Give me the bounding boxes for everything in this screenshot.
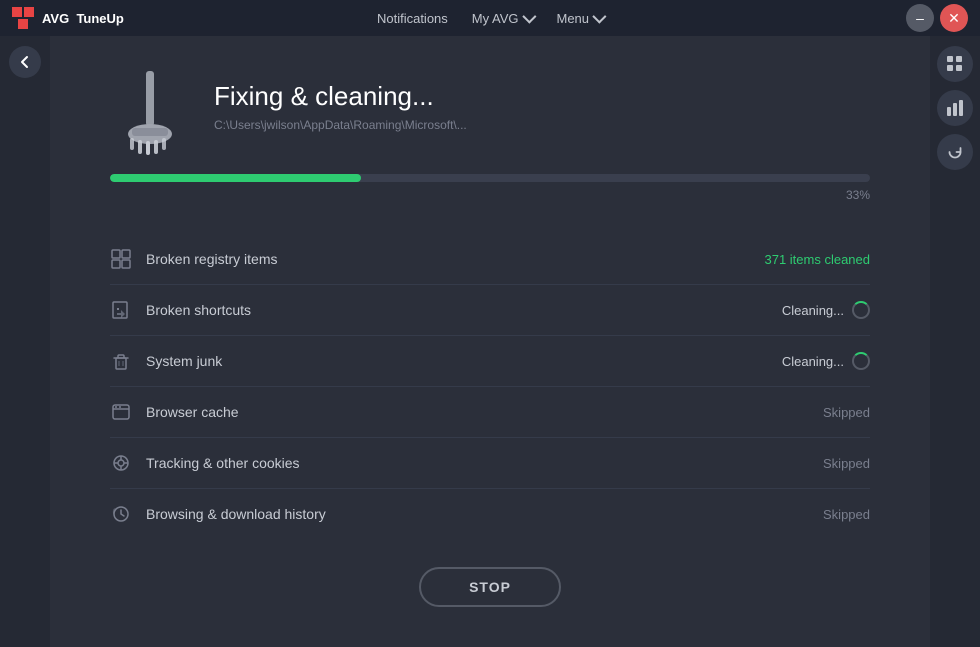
item-label: Broken registry items xyxy=(146,251,277,267)
tracking-icon xyxy=(110,452,132,474)
menu-chevron-icon xyxy=(592,10,606,24)
nav-my-avg[interactable]: My AVG xyxy=(472,11,533,26)
minimize-button[interactable]: – xyxy=(906,4,934,32)
logo-text: AVG xyxy=(42,11,69,26)
item-label: System junk xyxy=(146,353,222,369)
item-label: Tracking & other cookies xyxy=(146,455,300,471)
item-status: Cleaning... xyxy=(782,352,870,370)
fixing-path: C:\Users\jwilson\AppData\Roaming\Microso… xyxy=(214,118,870,132)
list-item-left: Tracking & other cookies xyxy=(110,452,300,474)
content-area: Fixing & cleaning... C:\Users\jwilson\Ap… xyxy=(50,36,930,647)
close-button[interactable]: ✕ xyxy=(940,4,968,32)
chart-icon xyxy=(946,99,964,117)
stop-button-container: STOP xyxy=(419,567,561,607)
item-status: 371 items cleaned xyxy=(764,252,870,267)
browser-icon xyxy=(110,401,132,423)
item-label: Broken shortcuts xyxy=(146,302,251,318)
list-item: System junk Cleaning... xyxy=(110,336,870,387)
progress-track xyxy=(110,174,870,182)
cleaning-spinner xyxy=(852,301,870,319)
menu-label: Menu xyxy=(557,11,590,26)
chart-button[interactable] xyxy=(937,90,973,126)
header-section: Fixing & cleaning... C:\Users\jwilson\Ap… xyxy=(110,66,870,146)
nav-menu[interactable]: Menu xyxy=(557,11,604,26)
titlebar-nav: Notifications My AVG Menu xyxy=(377,11,603,26)
titlebar-controls: – ✕ xyxy=(906,4,968,32)
history-icon xyxy=(110,503,132,525)
progress-percentage: 33% xyxy=(110,188,870,202)
back-arrow-icon xyxy=(18,55,32,69)
grid-view-button[interactable] xyxy=(937,46,973,82)
list-item-left: Broken shortcuts xyxy=(110,299,251,321)
list-item: Broken shortcuts Cleaning... xyxy=(110,285,870,336)
trash-icon xyxy=(110,350,132,372)
broom-icon xyxy=(110,66,190,146)
list-item-left: Browser cache xyxy=(110,401,239,423)
list-item-left: System junk xyxy=(110,350,222,372)
registry-icon xyxy=(110,248,132,270)
cleaning-spinner xyxy=(852,352,870,370)
items-list: Broken registry items 371 items cleaned … xyxy=(110,234,870,539)
my-avg-label: My AVG xyxy=(472,11,519,26)
progress-fill xyxy=(110,174,361,182)
refresh-button[interactable] xyxy=(937,134,973,170)
item-status: Skipped xyxy=(823,405,870,420)
titlebar: AVG TuneUp Notifications My AVG Menu – ✕ xyxy=(0,0,980,36)
item-status: Skipped xyxy=(823,507,870,522)
main-layout: Fixing & cleaning... C:\Users\jwilson\Ap… xyxy=(0,36,980,647)
titlebar-left: AVG TuneUp xyxy=(12,7,124,29)
app-brand: AVG TuneUp xyxy=(42,11,124,26)
fixing-title: Fixing & cleaning... xyxy=(214,81,870,112)
app-name: TuneUp xyxy=(76,11,123,26)
list-item-left: Browsing & download history xyxy=(110,503,326,525)
list-item: Browser cache Skipped xyxy=(110,387,870,438)
shortcut-icon xyxy=(110,299,132,321)
nav-notifications[interactable]: Notifications xyxy=(377,11,448,26)
back-button[interactable] xyxy=(9,46,41,78)
header-text: Fixing & cleaning... C:\Users\jwilson\Ap… xyxy=(214,81,870,132)
progress-section: 33% xyxy=(110,174,870,202)
app-logo xyxy=(12,7,34,29)
item-label: Browsing & download history xyxy=(146,506,326,522)
list-item: Broken registry items 371 items cleaned xyxy=(110,234,870,285)
right-sidebar xyxy=(930,36,980,647)
refresh-icon xyxy=(946,143,964,161)
item-label: Browser cache xyxy=(146,404,239,420)
list-item: Tracking & other cookies Skipped xyxy=(110,438,870,489)
item-status: Skipped xyxy=(823,456,870,471)
list-item: Browsing & download history Skipped xyxy=(110,489,870,539)
item-status: Cleaning... xyxy=(782,301,870,319)
grid-icon xyxy=(946,55,964,73)
list-item-left: Broken registry items xyxy=(110,248,277,270)
left-sidebar xyxy=(0,36,50,647)
stop-button[interactable]: STOP xyxy=(419,567,561,607)
my-avg-chevron-icon xyxy=(522,10,536,24)
